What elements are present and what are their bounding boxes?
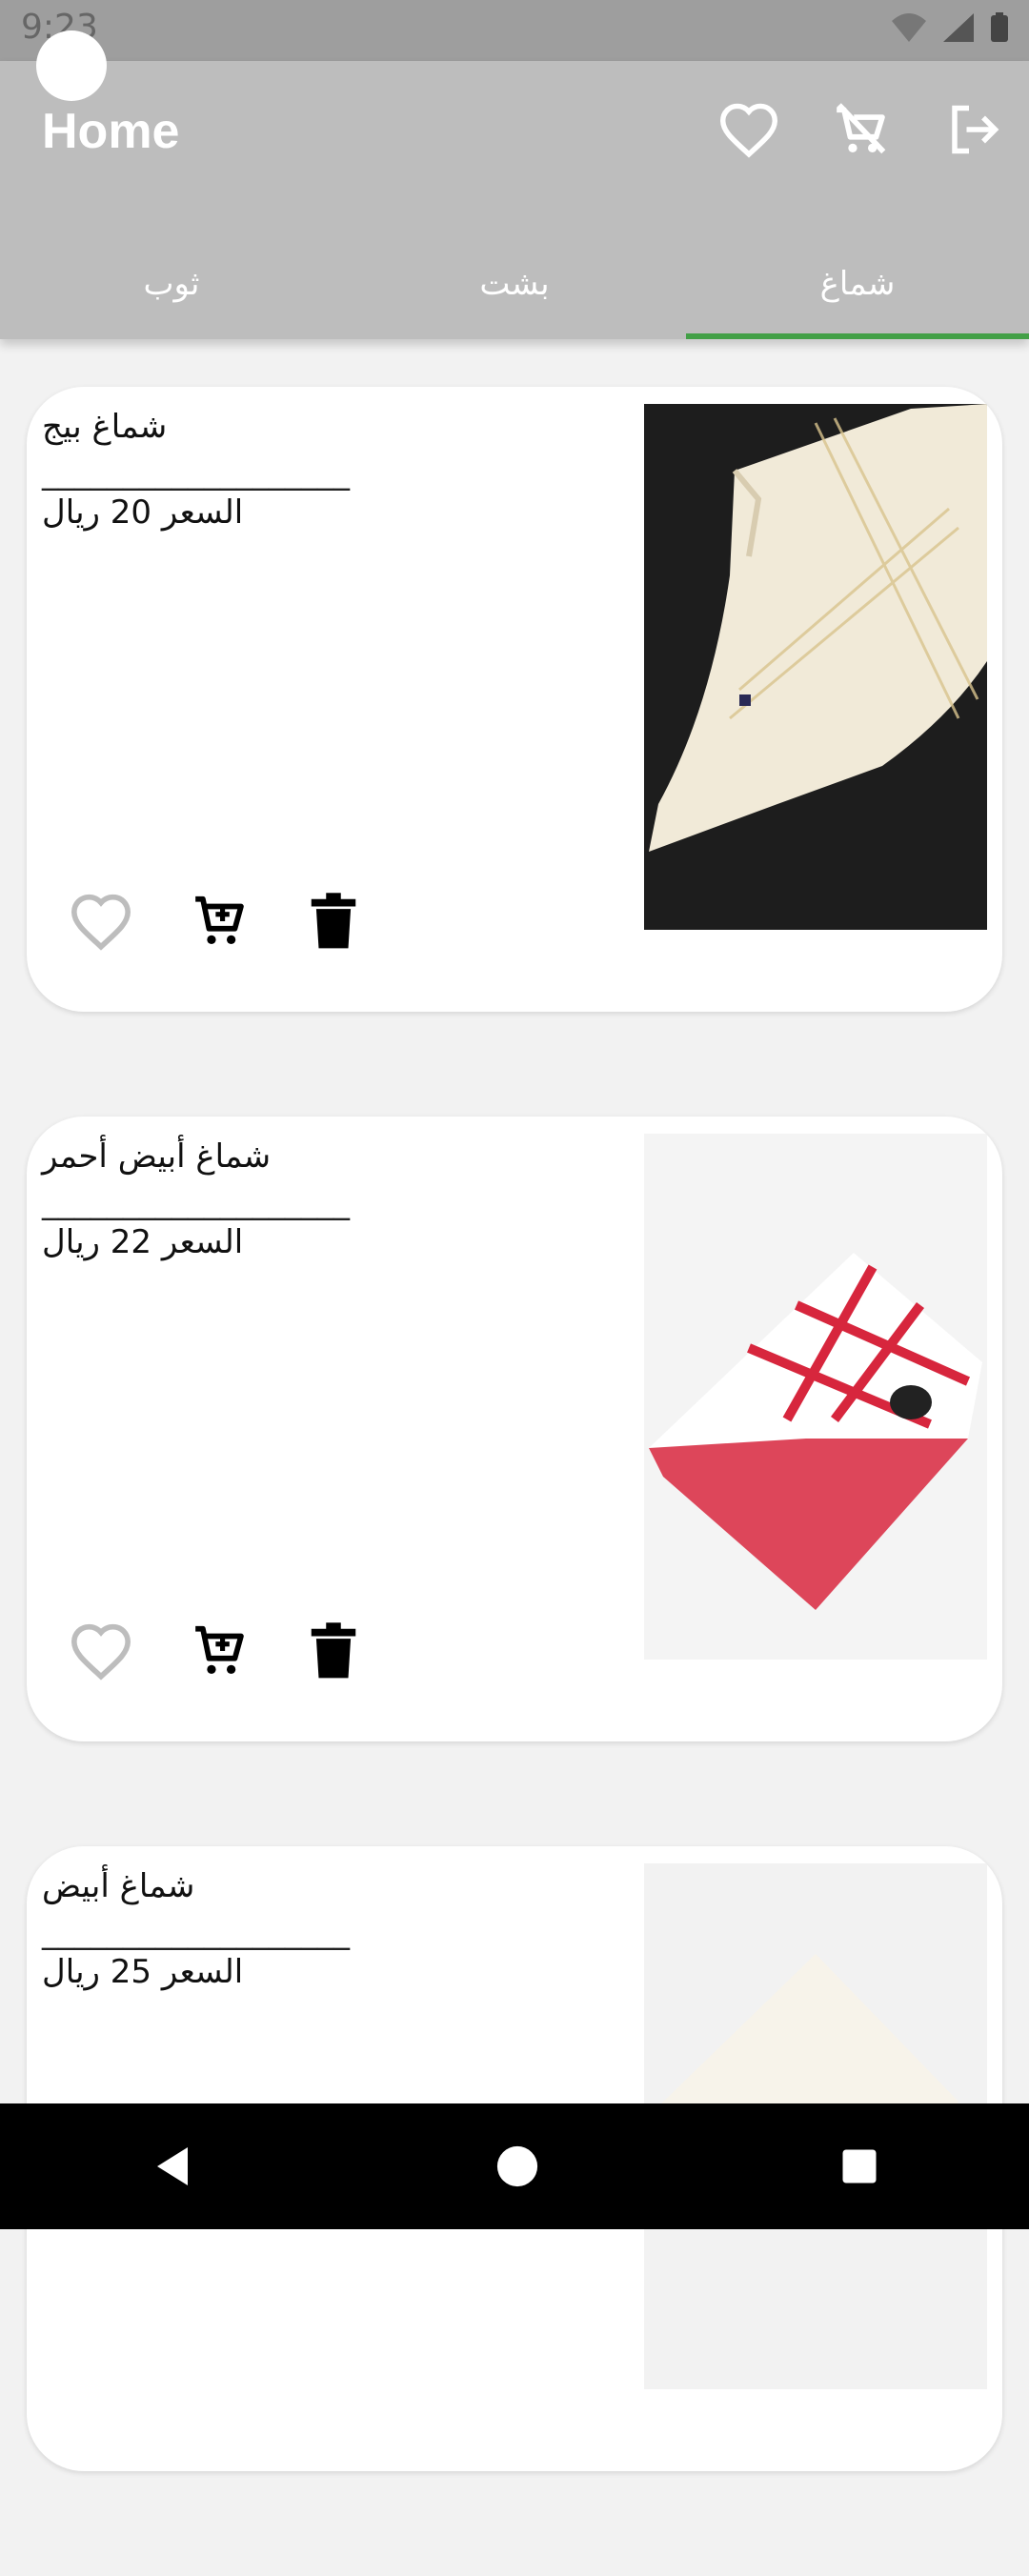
app-bar: Home ثوب بشت شماغ: [0, 61, 1029, 339]
product-image-beige-shemagh: [644, 404, 987, 930]
product-info: شماغ بيج ___________________ السعر 20 ري…: [42, 408, 442, 532]
category-tabs: ثوب بشت شماغ: [0, 229, 1029, 339]
product-card: شماغ بيج ___________________ السعر 20 ري…: [27, 387, 1002, 1012]
product-image-red-white-shemagh: [644, 1134, 987, 1660]
product-name: شماغ بيج: [42, 408, 168, 446]
product-actions: [69, 1621, 360, 1680]
product-card: شماغ أبيض أحمر ___________________ السعر…: [27, 1117, 1002, 1741]
favorite-heart-icon[interactable]: [69, 1621, 133, 1680]
system-nav-bar: [0, 2103, 1029, 2229]
signal-icon: [943, 13, 974, 42]
product-actions: [69, 892, 360, 951]
tab-thobe[interactable]: ثوب: [0, 229, 343, 339]
tab-bisht[interactable]: بشت: [343, 229, 686, 339]
favorite-heart-icon[interactable]: [69, 892, 133, 951]
add-to-cart-icon[interactable]: [191, 892, 250, 951]
remove-from-cart-button[interactable]: [827, 95, 896, 164]
product-price: السعر 22 ريال: [42, 1223, 244, 1261]
product-name: شماغ أبيض: [42, 1867, 195, 1905]
product-info: شماغ أبيض أحمر ___________________ السعر…: [42, 1137, 442, 1261]
camera-cutout: [36, 30, 107, 101]
product-info: شماغ أبيض ___________________ السعر 25 ر…: [42, 1867, 442, 1991]
wifi-icon: [892, 13, 926, 42]
status-icons: [890, 11, 1010, 44]
logout-icon: [952, 105, 999, 154]
recents-icon[interactable]: [839, 2146, 879, 2186]
heart-outline-icon: [719, 103, 778, 158]
delete-icon[interactable]: [307, 892, 360, 951]
product-price: السعر 20 ريال: [42, 493, 244, 532]
logout-button[interactable]: [939, 95, 1008, 164]
product-separator: ___________________: [42, 1183, 350, 1221]
product-name: شماغ أبيض أحمر: [42, 1137, 272, 1176]
page-title: Home: [42, 104, 180, 159]
delete-icon[interactable]: [307, 1621, 360, 1680]
cart-off-icon: [837, 103, 886, 154]
tab-shemagh[interactable]: شماغ: [686, 229, 1029, 339]
product-list[interactable]: شماغ بيج ___________________ السعر 20 ري…: [27, 387, 1002, 2576]
app-bar-actions: [715, 95, 1008, 164]
add-to-cart-icon[interactable]: [191, 1621, 250, 1680]
home-icon[interactable]: [495, 2144, 539, 2188]
favorites-button[interactable]: [715, 95, 783, 164]
status-bar: 9:23: [0, 0, 1029, 61]
battery-icon: [991, 12, 1008, 42]
product-separator: ___________________: [42, 1913, 350, 1951]
back-icon[interactable]: [150, 2143, 195, 2189]
product-price: السعر 25 ريال: [42, 1953, 244, 1991]
product-separator: ___________________: [42, 453, 350, 492]
